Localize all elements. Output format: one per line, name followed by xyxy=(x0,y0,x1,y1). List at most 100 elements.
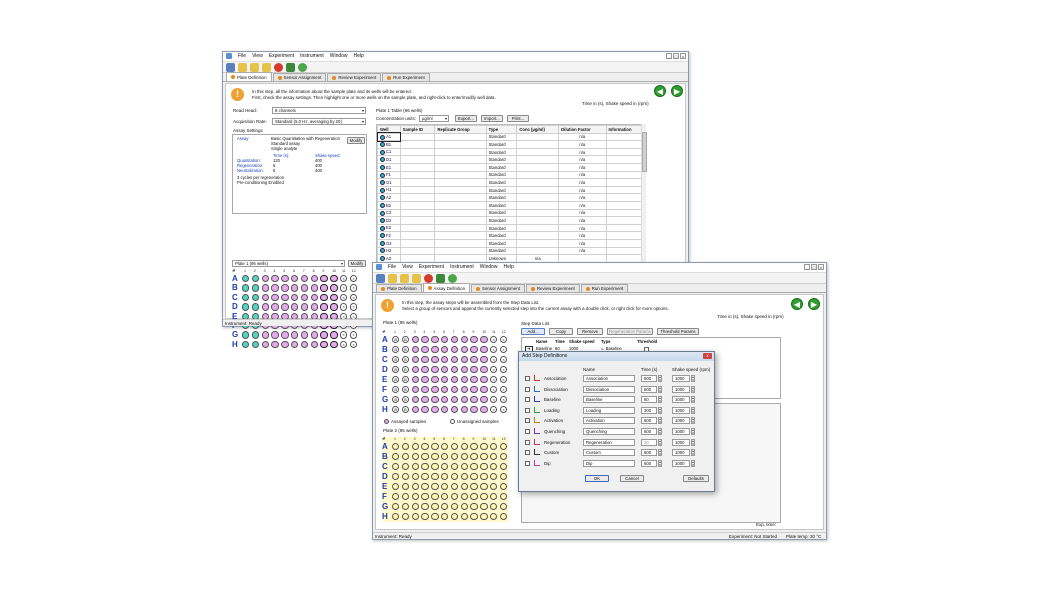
plate-row-label[interactable]: D xyxy=(382,365,388,374)
plate-well[interactable] xyxy=(460,443,468,451)
back-arrow-icon[interactable]: ◀ xyxy=(791,298,803,310)
plate-well[interactable] xyxy=(281,303,289,311)
plate-well[interactable] xyxy=(281,275,289,283)
plate-well[interactable] xyxy=(261,293,269,302)
minimize-button[interactable]: _ xyxy=(804,264,810,270)
plate-well[interactable] xyxy=(490,443,498,451)
plate-well[interactable] xyxy=(320,284,328,292)
cell-information[interactable] xyxy=(605,170,645,180)
plate-well[interactable] xyxy=(261,340,269,349)
cell-information[interactable] xyxy=(605,193,645,202)
plate-well[interactable] xyxy=(242,340,250,349)
open-folder-icon[interactable] xyxy=(250,62,259,72)
cell-well[interactable]: A1 xyxy=(377,132,402,142)
cell-dilution[interactable]: n/a xyxy=(558,147,607,157)
plate-well[interactable]: × xyxy=(499,376,508,384)
plate-well[interactable] xyxy=(411,503,419,511)
cell-dilution[interactable]: n/a xyxy=(558,231,607,240)
cell-well[interactable]: H1 xyxy=(377,185,401,195)
cell-information[interactable] xyxy=(605,223,645,233)
plate-well[interactable] xyxy=(460,346,468,354)
cell-sample-id[interactable] xyxy=(399,170,436,180)
cell-type[interactable]: Standard xyxy=(485,155,518,164)
cell-replicate-group[interactable] xyxy=(434,208,487,218)
plate-column-label[interactable]: 7 xyxy=(453,330,455,334)
plate-well[interactable]: B xyxy=(401,346,410,354)
plate-well[interactable] xyxy=(401,493,410,501)
plate-well[interactable] xyxy=(480,346,488,354)
header-type[interactable]: Type xyxy=(485,125,518,134)
plate-well[interactable] xyxy=(421,483,429,491)
plate-well[interactable] xyxy=(460,483,468,491)
plate-well[interactable] xyxy=(411,463,419,471)
tab-run-experiment[interactable]: Run Experiment xyxy=(382,73,430,81)
cell-replicate-group[interactable] xyxy=(434,246,487,256)
plate-well[interactable] xyxy=(441,463,449,471)
cell-information[interactable] xyxy=(605,132,645,142)
scrollbar-thumb[interactable] xyxy=(642,132,647,172)
plate-well[interactable]: B xyxy=(392,406,400,414)
plate-well[interactable]: B xyxy=(392,356,400,364)
plate-well[interactable] xyxy=(251,275,260,283)
plate-well[interactable] xyxy=(480,513,488,521)
wand-icon[interactable] xyxy=(376,273,385,283)
plate-well[interactable] xyxy=(480,366,488,374)
cell-dilution[interactable]: n/a xyxy=(558,140,607,149)
plate-column-label[interactable]: 6 xyxy=(443,330,445,334)
plate-well[interactable] xyxy=(300,331,309,339)
time-spinner[interactable]: ▴ ▾ xyxy=(658,385,662,393)
plate-well[interactable] xyxy=(300,284,309,292)
plate-well[interactable]: × xyxy=(349,331,358,339)
plate-column-label[interactable]: 6 xyxy=(443,437,445,441)
back-arrow-icon[interactable]: ◀ xyxy=(654,85,666,97)
plate-row-label[interactable]: H xyxy=(232,340,238,349)
plate-well[interactable] xyxy=(291,331,299,339)
cell-information[interactable] xyxy=(605,216,645,225)
plate-well[interactable] xyxy=(251,293,260,302)
plate-well[interactable] xyxy=(460,513,468,521)
plate-well[interactable] xyxy=(441,336,449,344)
plate-column-label[interactable]: 3 xyxy=(414,330,416,334)
plate-well[interactable] xyxy=(460,376,468,384)
read-head-select[interactable]: 8 channels xyxy=(272,107,366,114)
plate-well[interactable] xyxy=(242,293,250,302)
plate-well[interactable]: × xyxy=(499,366,508,374)
cell-replicate-group[interactable] xyxy=(434,178,487,187)
plate-well[interactable] xyxy=(490,483,498,491)
plate-well[interactable] xyxy=(480,356,488,364)
cell-replicate-group[interactable] xyxy=(434,132,487,142)
step-name-input[interactable]: Association xyxy=(583,375,635,382)
plate-well[interactable] xyxy=(470,463,478,471)
plate-well[interactable] xyxy=(392,513,400,521)
cell-information[interactable] xyxy=(605,231,645,240)
cell-conc[interactable] xyxy=(516,231,560,240)
plate-well[interactable]: × xyxy=(349,293,358,302)
plate-well[interactable] xyxy=(271,293,279,302)
menu-instrument[interactable]: Instrument xyxy=(450,264,474,270)
speed-spinner[interactable]: ▴ ▾ xyxy=(691,375,695,382)
plate-well[interactable] xyxy=(242,303,250,311)
cell-sample-id[interactable] xyxy=(399,162,436,172)
cell-information[interactable] xyxy=(605,208,645,218)
cell-well[interactable]: B2 xyxy=(377,200,401,210)
menu-view[interactable]: View xyxy=(252,53,263,59)
plate-column-label[interactable]: 6 xyxy=(293,269,295,273)
cell-replicate-group[interactable] xyxy=(434,155,487,164)
plate-well[interactable] xyxy=(450,453,459,461)
step-definition-row[interactable]: Regeneration Regeneration 30 ▴ ▾ 1000 ▴ ▾ xyxy=(519,438,716,448)
plate-well[interactable] xyxy=(300,303,309,311)
cell-information[interactable] xyxy=(605,162,645,172)
plate-well[interactable] xyxy=(392,453,400,461)
plate-column-label[interactable]: 10 xyxy=(332,269,336,273)
cell-type[interactable]: Standard xyxy=(485,238,518,248)
cell-dilution[interactable]: n/a xyxy=(558,216,607,225)
plate-well[interactable] xyxy=(490,473,498,481)
plate-well[interactable] xyxy=(431,366,439,374)
tab-sensor-assignment[interactable]: Sensor Assignment xyxy=(272,73,327,81)
plate-well[interactable]: × xyxy=(340,340,348,349)
plate-row-label[interactable]: B xyxy=(382,345,388,354)
plate-well[interactable] xyxy=(291,340,299,349)
cell-sample-id[interactable] xyxy=(399,223,436,233)
time-spinner[interactable]: ▴ ▾ xyxy=(658,406,662,414)
plate-well[interactable] xyxy=(480,386,488,394)
